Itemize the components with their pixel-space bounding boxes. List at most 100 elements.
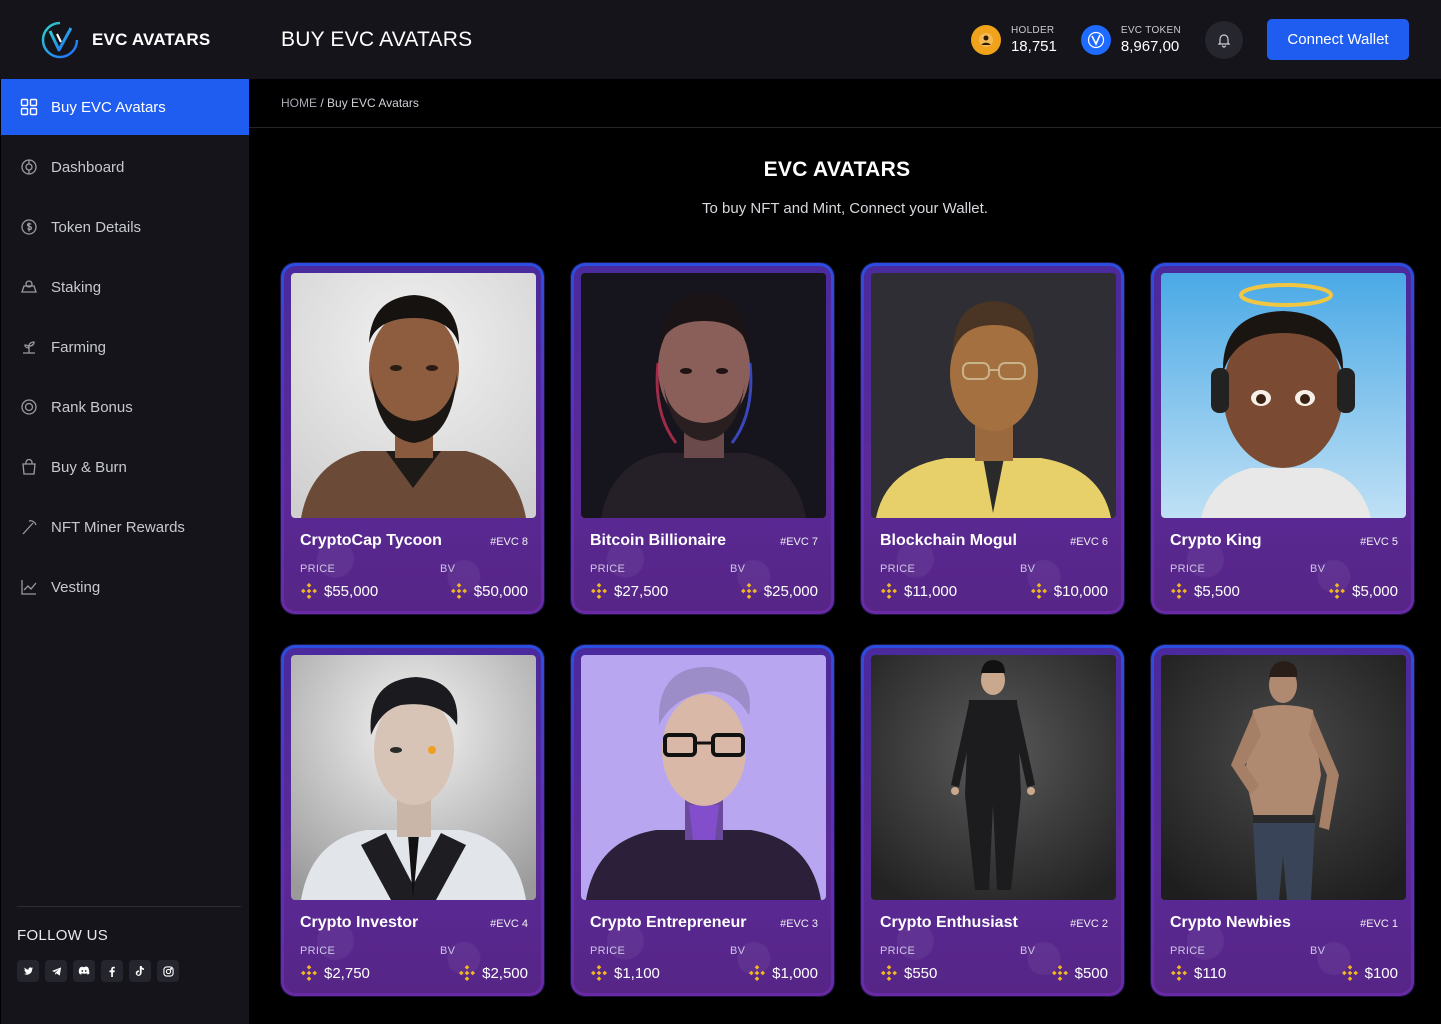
avatar-card-crypto-investor[interactable]: Crypto Investor #EVC 4 PRICE BV $2,750 $… [281, 645, 544, 996]
avatar-id: #EVC 6 [1070, 536, 1108, 548]
avatar-name: Crypto Entrepreneur [590, 914, 747, 931]
notification-bell-icon[interactable] [1205, 20, 1243, 59]
evc-token-icon [1080, 24, 1111, 55]
breadcrumb-separator: / [317, 96, 328, 110]
bv-value: $100 [1341, 964, 1398, 982]
bv-label: BV [1020, 563, 1036, 575]
telegram-icon[interactable] [45, 960, 67, 982]
price-label: PRICE [1170, 563, 1206, 575]
breadcrumb-home-link[interactable]: HOME [281, 96, 317, 110]
avatar-card-crypto-newbies[interactable]: Crypto Newbies #EVC 1 PRICE BV $110 $100 [1151, 645, 1414, 996]
bnb-coin-icon [1171, 965, 1187, 981]
brand[interactable]: EVC AVATARS [0, 0, 249, 79]
facebook-icon[interactable] [101, 960, 123, 982]
bnb-coin-icon [749, 965, 766, 981]
instagram-icon[interactable] [157, 960, 179, 982]
rank-icon [19, 397, 39, 417]
bv-value: $10,000 [1030, 582, 1108, 600]
brand-name: EVC AVATARS [92, 29, 211, 49]
sidebar-item-label: Token Details [51, 218, 142, 236]
bv-value: $2,500 [458, 964, 528, 982]
bnb-coin-icon [301, 965, 317, 981]
price-label: PRICE [880, 945, 916, 957]
sidebar-item-label: Dashboard [51, 158, 125, 176]
sidebar-item-vesting[interactable]: Vesting [1, 559, 249, 615]
avatar-id: #EVC 4 [490, 918, 528, 930]
avatar-id: #EVC 7 [780, 536, 818, 548]
bv-label: BV [1310, 945, 1326, 957]
farming-icon [19, 337, 39, 357]
sidebar-item-label: NFT Miner Rewards [51, 518, 185, 536]
avatar-card-crypto-enthusiast[interactable]: Crypto Enthusiast #EVC 2 PRICE BV $550 $… [861, 645, 1124, 996]
bnb-coin-icon [740, 583, 757, 599]
bv-label: BV [730, 563, 746, 575]
price-value: $11,000 [880, 582, 957, 600]
avatar-id: #EVC 3 [780, 918, 818, 930]
avatar-card-cryptocap-tycoon[interactable]: CryptoCap Tycoon #EVC 8 PRICE BV $55,000… [281, 263, 544, 614]
avatar-card-crypto-king[interactable]: Crypto King #EVC 5 PRICE BV $5,500 $5,00… [1151, 263, 1414, 614]
bv-value: $25,000 [740, 582, 818, 600]
token-value: 8,967,00 [1120, 37, 1180, 55]
sidebar-item-label: Buy & Burn [51, 458, 127, 476]
avatar-name: Blockchain Mogul [880, 532, 1017, 549]
price-label: PRICE [880, 563, 916, 575]
pickaxe-icon [19, 517, 39, 537]
avatar-grid: CryptoCap Tycoon #EVC 8 PRICE BV $55,000… [281, 263, 1414, 996]
sidebar-item-buy-burn[interactable]: Buy & Burn [1, 439, 249, 495]
avatar-image [1161, 273, 1406, 518]
bnb-coin-icon [591, 965, 607, 981]
page-title: BUY EVC AVATARS [281, 27, 473, 51]
bnb-coin-icon [1329, 583, 1346, 599]
bv-value: $5,000 [1328, 582, 1398, 600]
bv-value: $1,000 [748, 964, 818, 982]
sidebar-item-dashboard[interactable]: Dashboard [1, 139, 249, 195]
sidebar-item-farming[interactable]: Farming [1, 319, 249, 375]
avatar-image [581, 655, 826, 900]
bnb-coin-icon [459, 965, 476, 981]
avatar-image [291, 273, 536, 518]
avatar-image [581, 273, 826, 518]
avatar-card-crypto-entrepreneur[interactable]: Crypto Entrepreneur #EVC 3 PRICE BV $1,1… [571, 645, 834, 996]
sidebar-item-nft-miner-rewards[interactable]: NFT Miner Rewards [1, 499, 249, 555]
avatar-id: #EVC 1 [1360, 918, 1398, 930]
bag-icon [19, 457, 39, 477]
connect-wallet-button[interactable]: Connect Wallet [1267, 19, 1409, 60]
tiktok-icon[interactable] [129, 960, 151, 982]
bnb-coin-icon [591, 583, 607, 599]
avatar-id: #EVC 2 [1070, 918, 1108, 930]
sidebar-item-label: Buy EVC Avatars [51, 98, 166, 116]
coin-icon [19, 217, 39, 237]
bnb-coin-icon [881, 583, 897, 599]
bnb-coin-icon [1030, 583, 1047, 599]
bnb-coin-icon [301, 583, 317, 599]
holder-icon [970, 24, 1001, 55]
avatar-card-blockchain-mogul[interactable]: Blockchain Mogul #EVC 6 PRICE BV $11,000… [861, 263, 1124, 614]
holder-stat: HOLDER 18,751 [970, 24, 1057, 55]
twitter-icon[interactable] [17, 960, 39, 982]
avatar-name: Crypto Investor [300, 914, 419, 931]
dashboard-icon [19, 157, 39, 177]
price-value: $110 [1170, 964, 1226, 982]
bv-label: BV [1020, 945, 1036, 957]
holder-label: HOLDER [1010, 24, 1055, 36]
sidebar-item-buy-evc-avatars[interactable]: Buy EVC Avatars [1, 79, 249, 135]
price-label: PRICE [1170, 945, 1206, 957]
avatar-image [291, 655, 536, 900]
sidebar: Buy EVC Avatars Dashboard Token Details … [1, 79, 249, 1024]
sidebar-item-rank-bonus[interactable]: Rank Bonus [1, 379, 249, 435]
bv-value: $500 [1051, 964, 1108, 982]
holder-value: 18,751 [1010, 37, 1057, 55]
sidebar-item-token-details[interactable]: Token Details [1, 199, 249, 255]
avatar-image [1161, 655, 1406, 900]
price-value: $1,100 [590, 964, 660, 982]
price-value: $2,750 [300, 964, 370, 982]
sidebar-item-staking[interactable]: Staking [1, 259, 249, 315]
sidebar-item-label: Farming [51, 338, 107, 356]
discord-icon[interactable] [73, 960, 95, 982]
price-value: $550 [880, 964, 937, 982]
section-title: EVC AVATARS [763, 158, 911, 181]
bv-label: BV [440, 563, 456, 575]
avatar-card-bitcoin-billionaire[interactable]: Bitcoin Billionaire #EVC 7 PRICE BV $27,… [571, 263, 834, 614]
header-actions: HOLDER 18,751 EVC TOKEN 8,967,00 Connect… [970, 0, 1409, 79]
avatar-image [871, 273, 1116, 518]
